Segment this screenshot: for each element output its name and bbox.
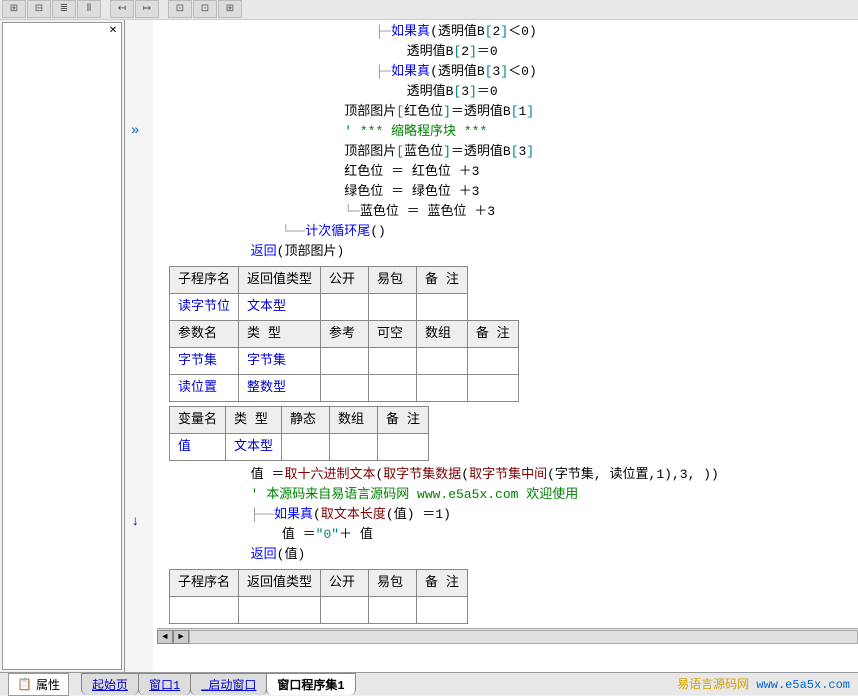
table-cell[interactable] [369,375,417,402]
code-line[interactable]: 值 ＝ "0" ＋ 值 [157,525,858,545]
table-header: 类 型 [239,321,321,348]
table-header: 备 注 [417,570,468,597]
table-cell[interactable]: 整数型 [239,375,321,402]
properties-label: 属性 [36,676,60,693]
toolbar-btn-2[interactable]: ≣ [52,0,76,18]
code-line[interactable]: └─蓝色位 ＝ 蓝色位 ＋ 3 [157,202,858,222]
toolbar-btn-5[interactable]: ↦ [135,0,159,18]
toolbar-btn-8[interactable]: ⊞ [218,0,242,18]
arrow-down-icon[interactable]: ↓ [131,514,139,530]
table-cell[interactable] [282,434,330,461]
table-cell[interactable] [467,348,518,375]
table-cell[interactable] [369,294,417,321]
table-cell[interactable] [321,348,369,375]
properties-button[interactable]: 📋 属性 [8,673,69,696]
table-header: 备 注 [467,321,518,348]
table-header: 数组 [330,407,378,434]
code-line[interactable]: ' *** 缩略程序块 *** [157,122,858,142]
table-cell[interactable] [417,597,468,624]
subroutine-def-table-2[interactable]: 子程序名返回值类型公开易包备 注 [169,569,468,624]
table-cell[interactable] [369,597,417,624]
table-header: 易包 [369,570,417,597]
table-cell[interactable]: 字节集 [170,348,239,375]
table-header: 易包 [369,267,417,294]
table-cell[interactable]: 值 [170,434,226,461]
table-cell[interactable] [321,597,369,624]
gutter: » ↓ [125,20,153,672]
table-header: 参数名 [170,321,239,348]
table-header: 类 型 [226,407,282,434]
table-header: 可空 [369,321,417,348]
code-line[interactable]: ' 本源码来自易语言源码网 www.e5a5x.com 欢迎使用 [157,485,858,505]
table-cell[interactable] [417,348,468,375]
toolbar-btn-6[interactable]: ⊡ [168,0,192,18]
code-line[interactable]: 返回 (顶部图片) [157,242,858,262]
footer-link[interactable]: 易语言源码网 www.e5a5x.com [677,675,850,692]
table-header: 备 注 [378,407,429,434]
toolbar-btn-0[interactable]: ⊞ [2,0,26,18]
code-line[interactable]: 顶部图片 [蓝色位] ＝ 透明值B [3] [157,142,858,162]
table-header: 子程序名 [170,267,239,294]
toolbar-btn-3[interactable]: ⫴ [77,0,101,18]
code-line[interactable]: └──计次循环尾 () [157,222,858,242]
code-line[interactable]: 顶部图片 [红色位] ＝ 透明值B [1] [157,102,858,122]
table-header: 公开 [321,570,369,597]
code-line[interactable]: 红色位 ＝ 红色位 ＋ 3 [157,162,858,182]
table-header: 变量名 [170,407,226,434]
bookmark-icon[interactable]: » [131,123,139,139]
toolbar: ⊞ ⊟ ≣ ⫴ ↤ ↦ ⊡ ⊡ ⊞ [0,0,858,20]
table-cell[interactable] [417,294,468,321]
close-icon[interactable]: ✕ [107,25,119,37]
properties-icon: 📋 [17,677,32,692]
table-cell[interactable] [330,434,378,461]
table-header: 公开 [321,267,369,294]
scroll-right-icon[interactable]: ► [173,630,189,644]
table-header: 数组 [417,321,468,348]
table-cell[interactable] [170,597,239,624]
footer-url: www.e5a5x.com [756,678,850,692]
tab-3[interactable]: 窗口程序集1 [266,673,355,695]
code-line[interactable]: 透明值B [2] ＝ 0 [157,42,858,62]
toolbar-btn-1[interactable]: ⊟ [27,0,51,18]
table-cell[interactable]: 文本型 [226,434,282,461]
horizontal-scrollbar[interactable]: ◄ ► [157,628,858,644]
code-line[interactable]: ├──如果真 (取文本长度 (值) ＝ 1) [157,505,858,525]
table-cell[interactable] [369,348,417,375]
table-cell[interactable] [239,597,321,624]
code-line[interactable]: 返回 (值) [157,545,858,565]
tab-2[interactable]: _启动窗口 [190,673,267,695]
table-header: 返回值类型 [239,570,321,597]
left-panel: ✕ [2,22,122,670]
code-line[interactable]: ├─如果真 (透明值B [3] ＜ 0) [157,62,858,82]
table-header: 静态 [282,407,330,434]
subroutine-def-table[interactable]: 子程序名返回值类型公开易包备 注读字节位文本型参数名类 型参考可空数组备 注字节… [169,266,519,402]
table-header: 备 注 [417,267,468,294]
table-cell[interactable] [321,294,369,321]
code-line[interactable]: 透明值B [3] ＝ 0 [157,82,858,102]
table-cell[interactable] [417,375,468,402]
footer-cn: 易语言源码网 [677,678,749,692]
table-header: 参考 [321,321,369,348]
code-editor[interactable]: » ↓ ├─如果真 (透明值B [2] ＜ 0) 透明值B [2] ＝ 0 ├─… [124,20,858,672]
table-cell[interactable]: 读字节位 [170,294,239,321]
table-header: 返回值类型 [239,267,321,294]
table-cell[interactable] [467,375,518,402]
table-cell[interactable] [321,375,369,402]
tab-0[interactable]: 起始页 [81,673,139,695]
toolbar-btn-4[interactable]: ↤ [110,0,134,18]
code-line[interactable]: 绿色位 ＝ 绿色位 ＋ 3 [157,182,858,202]
table-header: 子程序名 [170,570,239,597]
table-cell[interactable] [378,434,429,461]
scroll-left-icon[interactable]: ◄ [157,630,173,644]
tab-bar: 起始页窗口1_启动窗口窗口程序集1 [81,673,355,695]
bottom-bar: 📋 属性 起始页窗口1_启动窗口窗口程序集1 易语言源码网 www.e5a5x.… [0,672,858,695]
table-cell[interactable]: 文本型 [239,294,321,321]
table-cell[interactable]: 读位置 [170,375,239,402]
variable-def-table[interactable]: 变量名类 型静态数组备 注值文本型 [169,406,429,461]
table-cell[interactable]: 字节集 [239,348,321,375]
code-line[interactable]: ├─如果真 (透明值B [2] ＜ 0) [157,22,858,42]
toolbar-btn-7[interactable]: ⊡ [193,0,217,18]
code-line[interactable]: 值 ＝ 取十六进制文本 (取字节集数据 (取字节集中间 (字节集, 读位置, 1… [157,465,858,485]
tab-1[interactable]: 窗口1 [138,673,191,695]
